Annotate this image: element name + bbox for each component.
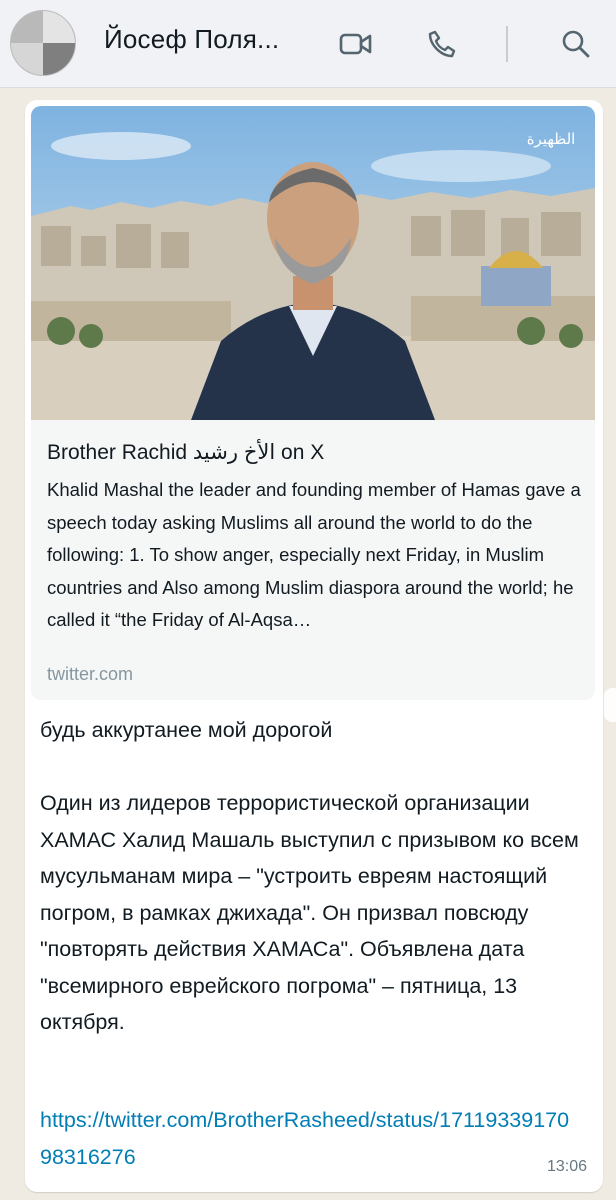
search-icon[interactable] — [558, 26, 594, 62]
chat-area[interactable]: الظهيرة Brother Rachid الأخ رشيد on X Kh… — [0, 88, 616, 1200]
link-preview-title[interactable]: Brother Rachid الأخ رشيد on X — [47, 440, 324, 465]
header-divider — [506, 26, 508, 62]
video-call-icon[interactable] — [338, 26, 374, 62]
chat-header: Йосеф Поля... — [0, 0, 616, 88]
phone-call-icon[interactable] — [424, 26, 460, 62]
contact-name[interactable]: Йосеф Поля... — [104, 24, 279, 55]
message-link[interactable]: https://twitter.com/BrotherRasheed/statu… — [40, 1102, 580, 1175]
message-bubble[interactable]: الظهيرة Brother Rachid الأخ رشيد on X Kh… — [25, 100, 603, 1192]
avatar[interactable] — [10, 10, 76, 76]
watermark-logo: الظهيرة — [527, 130, 576, 148]
link-preview-description: Khalid Mashal the leader and founding me… — [47, 479, 581, 630]
link-preview-card[interactable]: الظهيرة Brother Rachid الأخ رشيد on X Kh… — [31, 106, 595, 700]
link-preview-domain: twitter.com — [47, 664, 134, 684]
message-text: будь аккуртанее мой дорогой Один из лиде… — [40, 718, 579, 1034]
link-preview-image[interactable]: الظهيرة — [31, 106, 595, 420]
scroll-indicator[interactable] — [604, 688, 616, 722]
message-timestamp: 13:06 — [546, 1158, 587, 1175]
